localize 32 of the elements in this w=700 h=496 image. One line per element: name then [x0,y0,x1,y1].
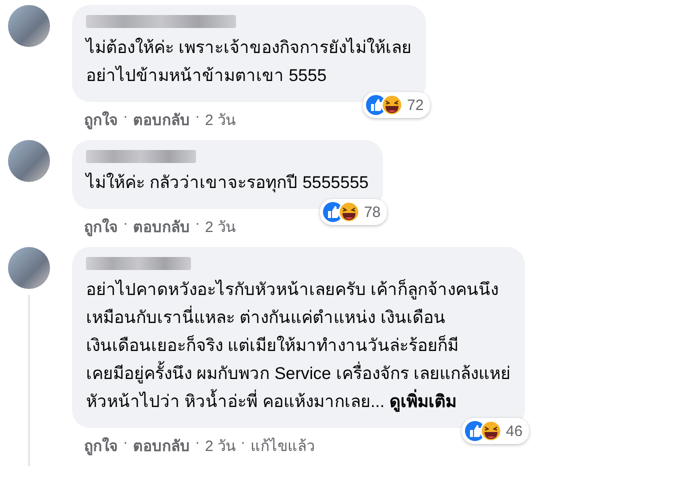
reply-link[interactable]: ตอบกลับ [133,108,190,132]
like-haha-reaction-icon [322,201,360,223]
reaction-badge[interactable]: 46 [462,418,529,444]
reaction-badge[interactable]: 78 [320,199,387,225]
like-haha-reaction-icon [365,94,404,116]
like-haha-reaction-icon [464,420,502,442]
timestamp-link[interactable]: 2 วัน [205,434,236,458]
comment-text: ไม่ต้องให้ค่ะ เพราะเจ้าของกิจการยังไม่ให้เลย อย่าไปข้ามหน้าข้ามตาเขา 5555 [86,36,412,87]
separator-dot: · [195,108,200,127]
reply-link[interactable]: ตอบกลับ [133,434,190,458]
like-link[interactable]: ถูกใจ [84,108,118,132]
reply-link[interactable]: ตอบกลับ [133,215,190,239]
timestamp-link[interactable]: 2 วัน [205,108,236,132]
separator-dot: · [195,434,200,453]
like-link[interactable]: ถูกใจ [84,215,118,239]
avatar-placeholder[interactable] [8,5,50,47]
comment-text: ไม่ให้ค่ะ กลัวว่าเขาจะรอทุกปี 5555555 [86,172,369,194]
avatar-placeholder[interactable] [8,247,50,289]
edited-label: แก้ไขแล้ว [250,436,315,457]
like-link[interactable]: ถูกใจ [84,434,118,458]
separator-dot: · [123,215,128,234]
timestamp-link[interactable]: 2 วัน [205,215,236,239]
reaction-count: 78 [364,204,381,220]
separator-dot: · [123,434,128,453]
separator-dot: · [123,108,128,127]
reaction-count: 72 [407,96,424,114]
comment-text: อย่าไปคาดหวังอะไรกับหัวหน้าเลยครับ เค้าก็ลูกจ้างคนนึง เหมือนกับเรานี่แหละ ต่างกันแค่ตำแหน่ง เงินเดือน เงินเดือนเยอะก็จริง แต่เมียให้มาทำงานวันล่ะร้อยก็มี เคยมีอยู่ครั้งนึง ผมกับพวก Service เครื่องจักร เลยแกล้งแหย่ หัวหน้าไปว่า หิวน้ำอ่ะพี่ คอแห้งมากเลย... ดูเพิ่มเติม [86,278,511,414]
reaction-count: 46 [506,422,523,440]
reaction-badge[interactable]: 72 [363,92,430,118]
avatar-placeholder[interactable] [8,140,50,182]
separator-dot: · [240,434,246,453]
separator-dot: · [195,215,200,234]
